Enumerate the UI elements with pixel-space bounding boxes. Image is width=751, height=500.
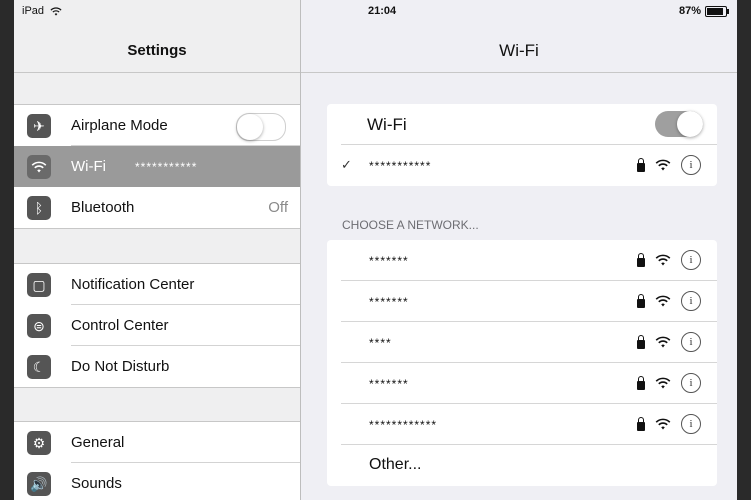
lock-icon bbox=[637, 376, 645, 390]
settings-item-airplane-mode[interactable]: ✈ Airplane Mode bbox=[14, 105, 300, 146]
divider bbox=[14, 72, 300, 73]
gear-icon: ⚙ bbox=[27, 431, 51, 455]
wifi-pane-title: Wi-Fi bbox=[499, 41, 539, 60]
wifi-signal-icon bbox=[655, 295, 671, 307]
wifi-status-icon bbox=[50, 6, 62, 16]
settings-item-label: Airplane Mode bbox=[71, 117, 168, 134]
wifi-label: Wi-Fi bbox=[367, 115, 407, 134]
airplane-icon: ✈ bbox=[27, 114, 51, 138]
wifi-signal-icon bbox=[655, 377, 671, 389]
network-name: ******* bbox=[369, 295, 409, 309]
wifi-signal-icon bbox=[655, 159, 671, 171]
speaker-icon: 🔊 bbox=[27, 472, 51, 496]
network-row[interactable]: ******* i bbox=[327, 281, 717, 322]
settings-item-notification-center[interactable]: ▢ Notification Center bbox=[14, 264, 300, 305]
battery-icon bbox=[705, 5, 729, 17]
wifi-signal-icon bbox=[655, 418, 671, 430]
network-row[interactable]: **** i bbox=[327, 322, 717, 363]
ipad-screen: Settings ✈ Airplane Mode Wi-Fi *********… bbox=[14, 0, 737, 500]
settings-item-do-not-disturb[interactable]: ☾ Do Not Disturb bbox=[14, 346, 300, 387]
lock-icon bbox=[637, 158, 645, 172]
notification-icon: ▢ bbox=[27, 273, 51, 297]
moon-icon: ☾ bbox=[27, 355, 51, 379]
lock-icon bbox=[637, 335, 645, 349]
info-icon[interactable]: i bbox=[681, 250, 701, 270]
network-name: *********** bbox=[369, 159, 432, 173]
settings-item-wifi[interactable]: Wi-Fi *********** bbox=[14, 146, 300, 187]
settings-item-label: Control Center bbox=[71, 317, 169, 334]
wifi-pane: Wi-Fi Wi-Fi ✓ *********** i CHOOSE A NET… bbox=[301, 0, 737, 500]
settings-title: Settings bbox=[127, 42, 187, 59]
settings-item-label: Sounds bbox=[71, 475, 122, 492]
settings-item-label: Do Not Disturb bbox=[71, 358, 170, 375]
settings-item-sounds[interactable]: 🔊 Sounds bbox=[14, 463, 300, 500]
battery-percent: 87% bbox=[678, 5, 701, 17]
info-icon[interactable]: i bbox=[681, 414, 701, 434]
network-row[interactable]: ******* i bbox=[327, 363, 717, 404]
wifi-card: Wi-Fi ✓ *********** i bbox=[327, 104, 717, 186]
network-name: **** bbox=[369, 336, 392, 350]
settings-group-system: ▢ Notification Center ⊜ Control Center ☾… bbox=[14, 263, 300, 388]
settings-item-control-center[interactable]: ⊜ Control Center bbox=[14, 305, 300, 346]
info-icon[interactable]: i bbox=[681, 291, 701, 311]
info-icon[interactable]: i bbox=[681, 373, 701, 393]
other-network-label: Other... bbox=[369, 456, 422, 473]
lock-icon bbox=[637, 417, 645, 431]
status-bar: iPad 21:04 87% bbox=[14, 0, 737, 22]
network-name: ******* bbox=[369, 377, 409, 391]
settings-pane: Settings ✈ Airplane Mode Wi-Fi *********… bbox=[14, 0, 301, 500]
settings-item-bluetooth[interactable]: ᛒ Bluetooth Off bbox=[14, 187, 300, 228]
wifi-toggle-row: Wi-Fi bbox=[327, 104, 717, 145]
bluetooth-icon: ᛒ bbox=[27, 196, 51, 220]
settings-item-label: Wi-Fi bbox=[71, 158, 106, 175]
network-row[interactable]: ******* i bbox=[327, 240, 717, 281]
settings-group-connectivity: ✈ Airplane Mode Wi-Fi *********** ᛒ Blue… bbox=[14, 104, 300, 229]
wifi-signal-icon bbox=[655, 336, 671, 348]
divider bbox=[301, 72, 737, 73]
control-center-icon: ⊜ bbox=[27, 314, 51, 338]
settings-item-label: Notification Center bbox=[71, 276, 195, 293]
info-icon[interactable]: i bbox=[681, 155, 701, 175]
lock-icon bbox=[637, 253, 645, 267]
wifi-network-name: *********** bbox=[135, 159, 198, 174]
settings-item-general[interactable]: ⚙ General bbox=[14, 422, 300, 463]
lock-icon bbox=[637, 294, 645, 308]
choose-network-header: CHOOSE A NETWORK... bbox=[342, 218, 479, 232]
network-row[interactable]: ************ i bbox=[327, 404, 717, 445]
settings-item-label: Bluetooth bbox=[71, 199, 135, 216]
device-label: iPad bbox=[22, 5, 45, 17]
airplane-mode-toggle[interactable] bbox=[236, 113, 286, 141]
network-name: ************ bbox=[369, 418, 438, 432]
wifi-icon bbox=[27, 155, 51, 179]
bluetooth-status: Off bbox=[268, 199, 288, 216]
network-name: ******* bbox=[369, 254, 409, 268]
connected-network-row[interactable]: ✓ *********** i bbox=[327, 145, 717, 186]
other-network-row[interactable]: Other... bbox=[327, 445, 717, 486]
settings-item-label: General bbox=[71, 434, 125, 451]
networks-card: ******* i ******* i **** i ******* i ***… bbox=[327, 240, 717, 486]
settings-group-general: ⚙ General 🔊 Sounds bbox=[14, 421, 300, 500]
status-time: 21:04 bbox=[368, 5, 397, 17]
checkmark-icon: ✓ bbox=[341, 157, 352, 172]
info-icon[interactable]: i bbox=[681, 332, 701, 352]
wifi-signal-icon bbox=[655, 254, 671, 266]
wifi-toggle[interactable] bbox=[655, 111, 703, 137]
